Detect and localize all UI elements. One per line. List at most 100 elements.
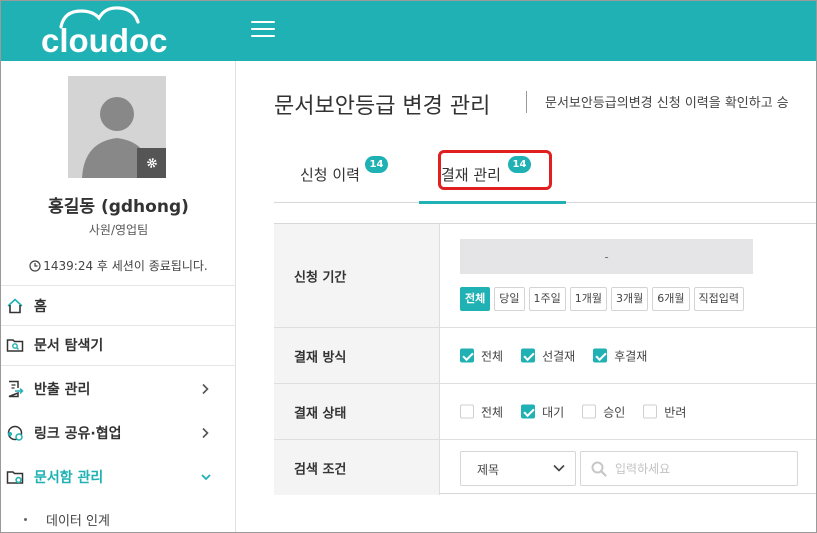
filter-value-cell: 전체 선결재 후결재 (440, 328, 816, 383)
method-all-checkbox[interactable]: 전체 (460, 347, 503, 364)
filter-label: 결재 방식 (294, 350, 347, 365)
method-post-approval-checkbox[interactable]: 후결재 (593, 347, 647, 364)
sidebar-subitem-data-handover[interactable]: 데이터 인계 (1, 505, 236, 532)
checkbox-label: 전체 (481, 349, 504, 363)
count-badge: 14 (365, 156, 388, 173)
filter-value-cell: 제목 (440, 440, 816, 495)
chevron-right-icon (202, 383, 209, 395)
filter-label-cell: 결재 방식 (274, 328, 440, 383)
checkbox-label: 반려 (664, 405, 687, 419)
date-range-value: - (604, 249, 609, 264)
method-pre-approval-checkbox[interactable]: 선결재 (521, 347, 575, 364)
session-timer: 1439:24 후 세션이 종료됩니다. (1, 257, 236, 275)
sidebar-item-label: 링크 공유·협업 (34, 426, 122, 442)
user-name: 홍길동 (gdhong) (48, 197, 189, 217)
gear-icon (146, 158, 157, 168)
export-doc-icon (8, 380, 24, 398)
checkbox-box (521, 348, 536, 363)
filter-row-method: 결재 방식 전체 선결재 후결재 (274, 328, 816, 384)
search-input[interactable] (615, 459, 790, 479)
period-today-button[interactable]: 당일 (494, 287, 525, 311)
hamburger-line (251, 21, 275, 23)
filter-label: 신청 기간 (294, 270, 347, 285)
folder-search-icon (6, 339, 24, 352)
home-icon (7, 298, 23, 314)
cloudoc-logo[interactable]: cloudoc (37, 5, 197, 59)
page-description: 문서보안등급의변경 신청 이력을 확인하고 승 (545, 96, 789, 111)
search-field-select[interactable]: 제목 (460, 451, 576, 486)
sidebar-item-label: 문서함 관리 (34, 470, 104, 486)
checkbox-box (521, 404, 536, 419)
filter-label: 결재 상태 (294, 406, 347, 421)
checkbox-label: 전체 (481, 405, 504, 419)
sidebar-subitem-label: 데이터 인계 (46, 514, 110, 529)
tab-approval-management[interactable]: 결재 관리 14 (419, 147, 566, 204)
status-rejected-checkbox[interactable]: 반려 (643, 403, 686, 420)
date-range-picker[interactable]: - (460, 239, 753, 274)
clock-icon (29, 259, 41, 272)
checkbox-box (593, 348, 608, 363)
logo-text: cloudoc (41, 22, 168, 59)
status-pending-checkbox[interactable]: 대기 (521, 403, 564, 420)
session-text: 1439:24 후 세션이 종료됩니다. (43, 259, 208, 273)
avatar-settings-button[interactable] (137, 148, 166, 178)
sidebar-item-share[interactable]: 링크 공유·협업 (1, 413, 236, 453)
checkbox-group: 전체 대기 승인 반려 (460, 403, 704, 420)
tab-bar: 신청 이력 14 결재 관리 14 (274, 147, 816, 204)
checkbox-box (643, 404, 658, 419)
filter-value-cell: 전체 대기 승인 반려 (440, 384, 816, 439)
filter-row-search: 검색 조건 제목 (274, 440, 816, 495)
hamburger-line (251, 35, 275, 37)
main-content: 문서보안등급 변경 관리 문서보안등급의변경 신청 이력을 확인하고 승 신청 … (236, 61, 816, 532)
checkbox-box (460, 404, 474, 419)
top-bar: cloudoc (1, 1, 816, 61)
checkbox-label: 후결재 (614, 349, 648, 363)
checkbox-label: 선결재 (542, 349, 576, 363)
menu-toggle-button[interactable] (251, 19, 275, 39)
title-separator (526, 91, 527, 113)
period-3month-button[interactable]: 3개월 (611, 287, 649, 311)
status-approved-checkbox[interactable]: 승인 (582, 403, 625, 420)
tab-label: 신청 이력 (300, 166, 360, 184)
checkbox-label: 대기 (542, 405, 565, 419)
status-all-checkbox[interactable]: 전체 (460, 403, 503, 420)
filter-label-cell: 신청 기간 (274, 224, 440, 327)
checkbox-box (460, 348, 474, 363)
period-custom-button[interactable]: 직접입력 (693, 287, 744, 311)
search-box (580, 451, 798, 486)
sidebar-item-home[interactable]: 홈 (1, 286, 236, 326)
tab-label: 결재 관리 (441, 166, 501, 184)
sidebar-item-label: 홈 (34, 299, 47, 315)
hamburger-line (251, 28, 275, 30)
bullet-dot (24, 518, 27, 521)
checkbox-label: 승인 (603, 405, 626, 419)
search-icon (591, 461, 607, 477)
filter-row-status: 결재 상태 전체 대기 승인 반려 (274, 384, 816, 440)
count-badge: 14 (508, 156, 531, 173)
sidebar-item-export[interactable]: 반출 관리 (1, 369, 236, 409)
period-6month-button[interactable]: 6개월 (652, 287, 690, 311)
filter-value-cell: - 전체 당일 1주일 1개월 3개월 6개월 직접입력 (440, 224, 816, 327)
share-link-icon (7, 425, 23, 441)
chevron-down-icon (553, 464, 565, 472)
period-button-group: 전체 당일 1주일 1개월 3개월 6개월 직접입력 (460, 287, 744, 311)
folder-settings-icon (6, 471, 24, 484)
active-tab-indicator (419, 201, 566, 204)
sidebar-divider (1, 365, 236, 366)
chevron-down-icon (201, 474, 211, 481)
tab-request-history[interactable]: 신청 이력 14 (274, 147, 414, 203)
filter-label-cell: 결재 상태 (274, 384, 440, 439)
sidebar-item-explorer[interactable]: 문서 탐색기 (1, 325, 236, 365)
sidebar-item-label: 문서 탐색기 (34, 338, 104, 354)
checkbox-box (582, 404, 597, 419)
sidebar-item-docbox[interactable]: 문서함 관리 (1, 457, 236, 497)
filter-row-period: 신청 기간 - 전체 당일 1주일 1개월 3개월 6개월 직접입력 (274, 224, 816, 328)
app-window: cloudoc 홍길동 (gdhong) 사원/영업팀 1439:24 후 세션… (0, 0, 817, 533)
period-1month-button[interactable]: 1개월 (569, 287, 607, 311)
filter-label: 검색 조건 (294, 462, 347, 477)
page-title: 문서보안등급 변경 관리 (274, 94, 491, 119)
select-value: 제목 (477, 463, 500, 477)
checkbox-group: 전체 선결재 후결재 (460, 347, 665, 364)
period-all-button[interactable]: 전체 (460, 287, 491, 311)
period-1week-button[interactable]: 1주일 (528, 287, 566, 311)
